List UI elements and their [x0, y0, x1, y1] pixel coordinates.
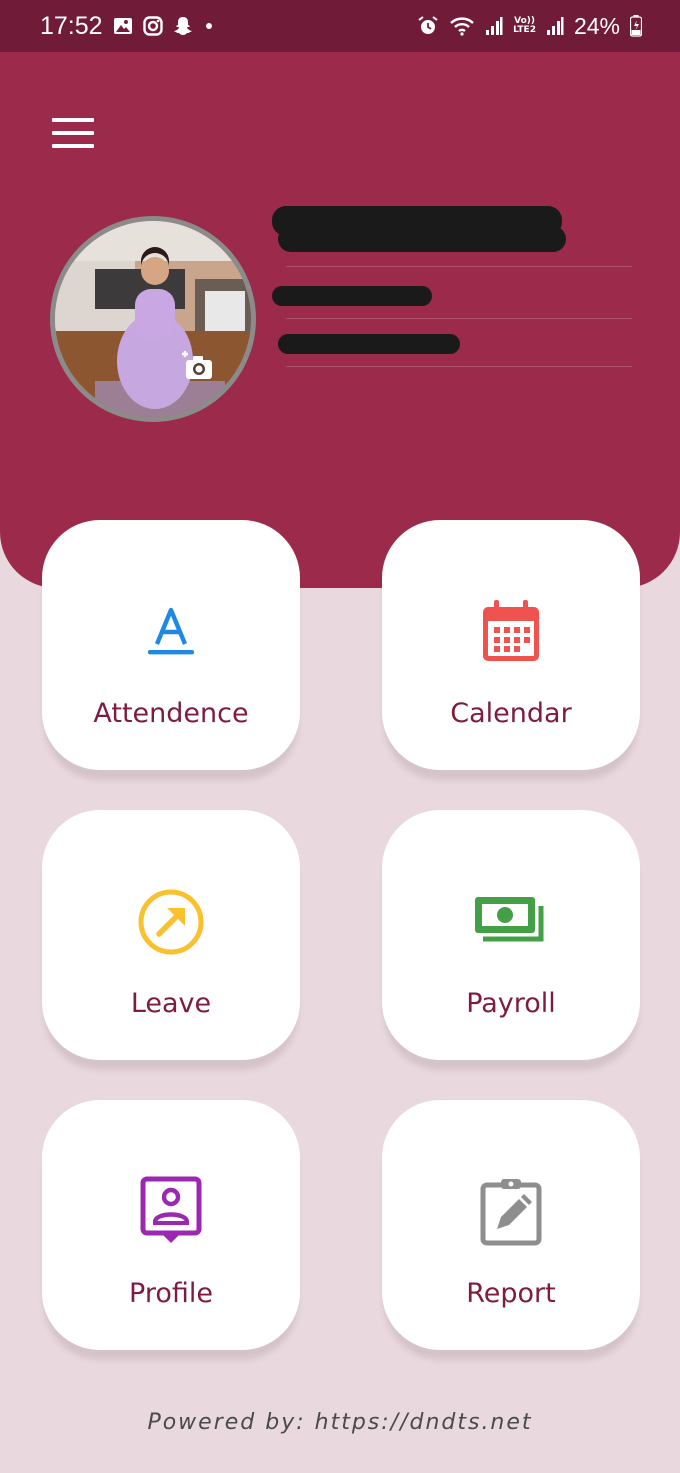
- powered-by-footer: Powered by: https://dndts.net: [147, 1410, 533, 1435]
- status-time: 17:52: [40, 11, 103, 40]
- profile-label: Profile: [129, 1278, 213, 1309]
- dot-icon: [203, 20, 215, 32]
- attendance-a-icon: [133, 594, 209, 670]
- report-card[interactable]: Report: [382, 1100, 640, 1350]
- calendar-label: Calendar: [450, 698, 572, 729]
- calendar-card[interactable]: Calendar: [382, 520, 640, 770]
- leave-arrow-icon: [133, 884, 209, 960]
- signal-icon: [485, 16, 503, 36]
- profile-card[interactable]: Profile: [42, 1100, 300, 1350]
- leave-card[interactable]: Leave: [42, 810, 300, 1060]
- redacted-user-name-2: [278, 226, 566, 252]
- wifi-icon: [449, 15, 475, 37]
- leave-label: Leave: [130, 988, 212, 1019]
- gallery-icon: [113, 16, 133, 36]
- divider: [286, 318, 632, 319]
- redacted-user-role: [272, 286, 432, 306]
- battery-charging-icon: [630, 15, 642, 37]
- divider: [286, 366, 632, 367]
- status-right: Vo)) LTE2 24%: [417, 13, 642, 40]
- divider: [286, 266, 632, 267]
- profile-header: [0, 52, 680, 588]
- status-bar: 17:52 Vo)) LTE2 24%: [0, 0, 680, 52]
- calendar-icon: [473, 594, 549, 670]
- status-left: 17:52: [40, 12, 215, 41]
- profile-badge-icon: [133, 1174, 209, 1250]
- attendance-label: Attendence: [93, 698, 249, 729]
- hamburger-menu-icon[interactable]: [52, 118, 94, 148]
- payroll-card[interactable]: Payroll: [382, 810, 640, 1060]
- attendance-card[interactable]: Attendence: [42, 520, 300, 770]
- redacted-user-detail: [278, 334, 460, 354]
- payroll-money-icon: [473, 884, 549, 960]
- network-label-bottom: LTE2: [513, 25, 536, 35]
- payroll-label: Payroll: [466, 988, 556, 1019]
- report-label: Report: [466, 1278, 556, 1309]
- report-clipboard-icon: [473, 1174, 549, 1250]
- avatar[interactable]: [50, 216, 256, 422]
- snapchat-icon: [173, 16, 193, 36]
- instagram-icon: [142, 16, 163, 36]
- battery-percent: 24%: [573, 12, 620, 39]
- signal-icon-2: [546, 16, 564, 36]
- add-photo-icon[interactable]: [180, 350, 216, 382]
- network-type: Vo)) LTE2: [513, 17, 536, 35]
- alarm-icon: [417, 15, 439, 37]
